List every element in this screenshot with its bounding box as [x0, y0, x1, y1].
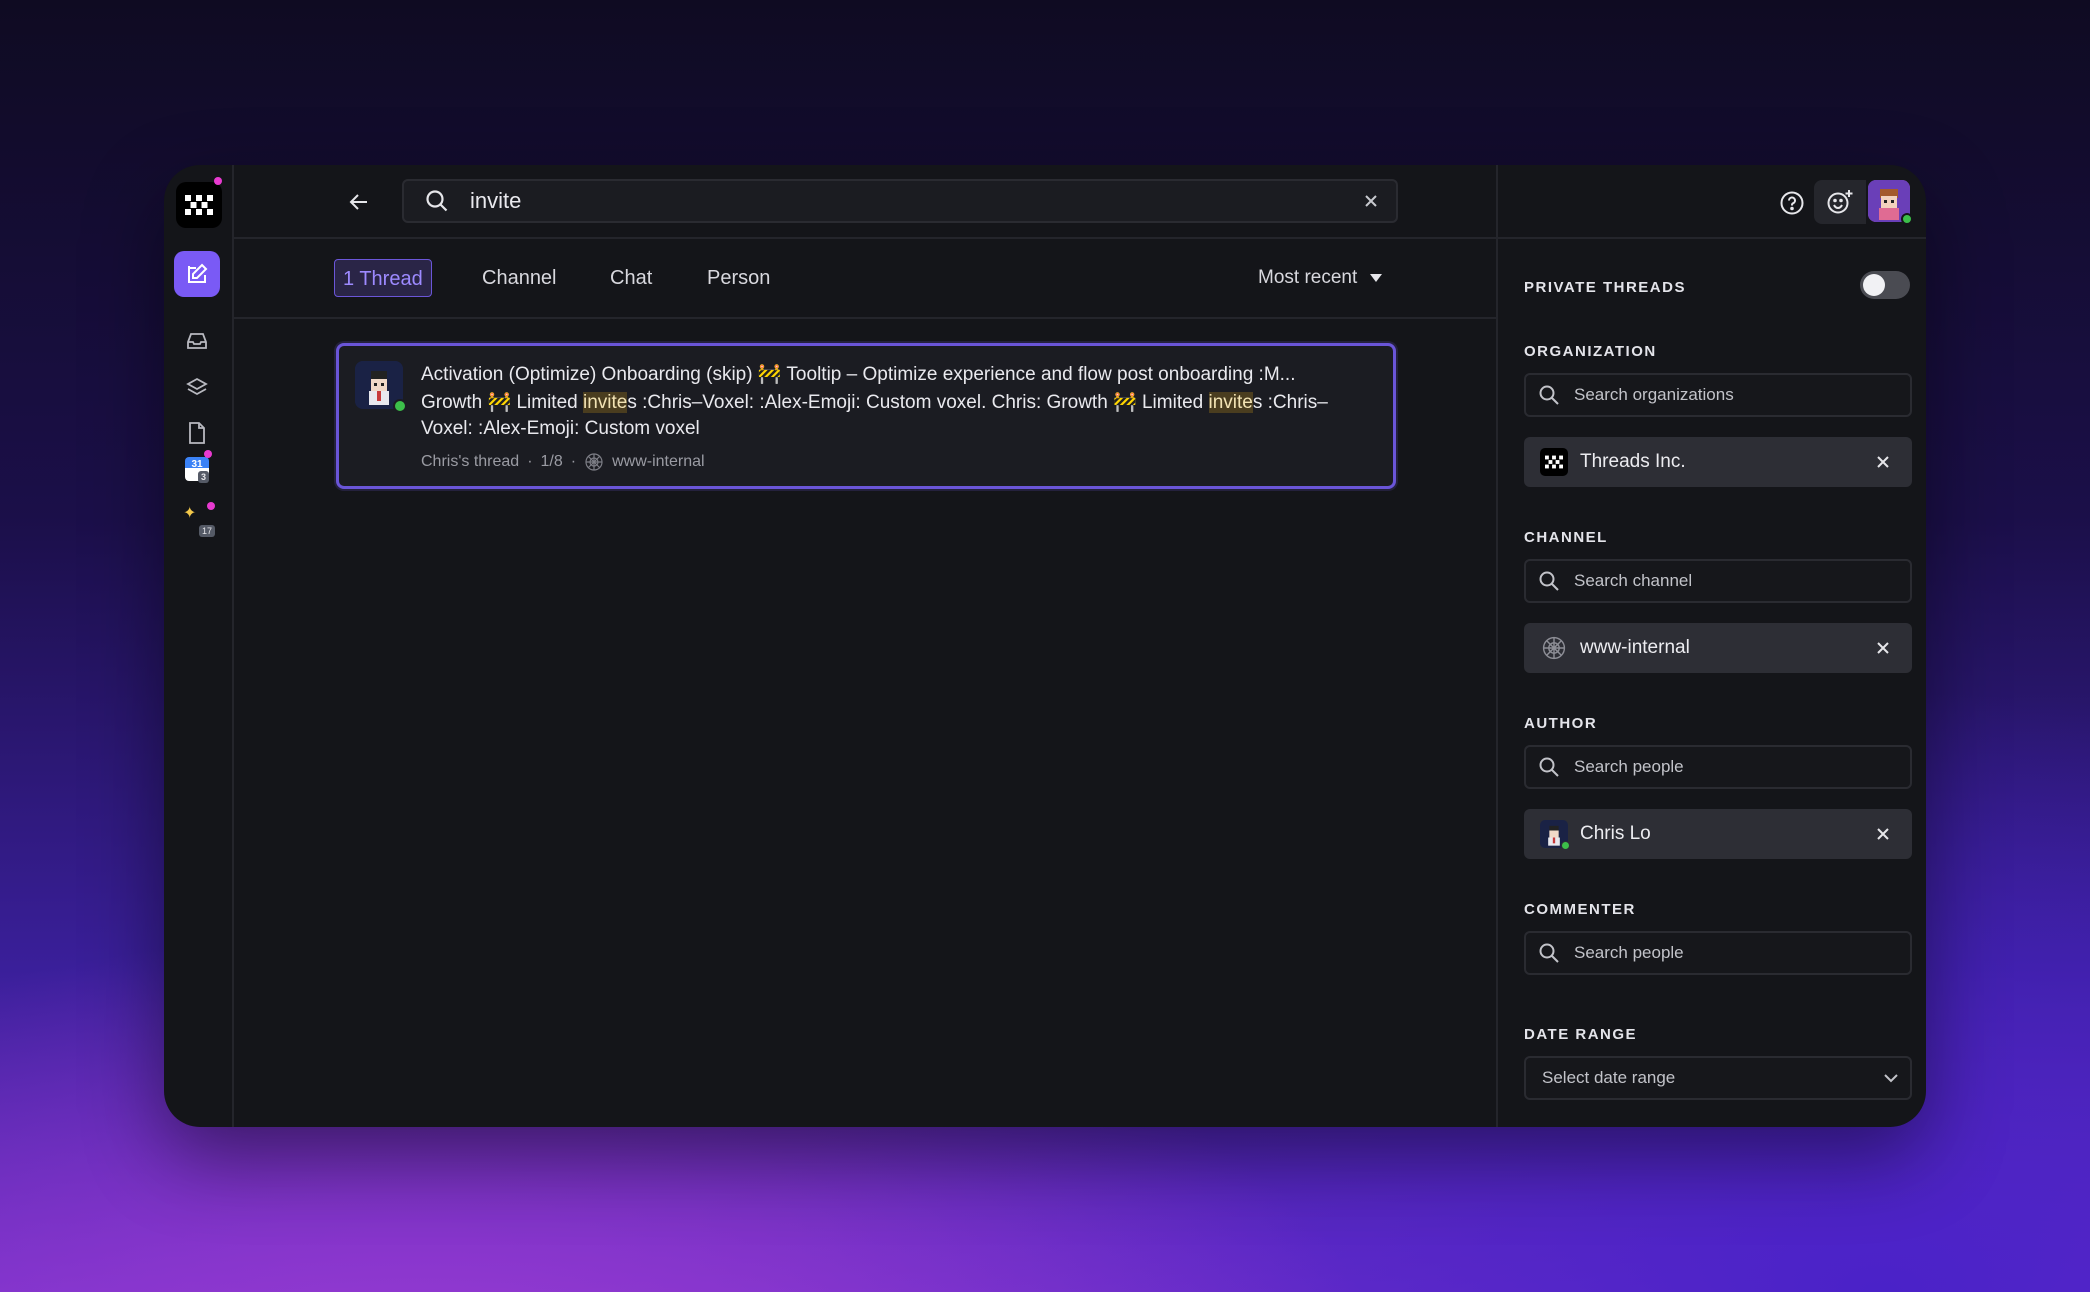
clear-search-button[interactable] [1358, 188, 1384, 214]
threads-logo[interactable] [176, 182, 222, 228]
commenter-search-input[interactable]: Search people [1524, 931, 1912, 975]
online-indicator [393, 399, 407, 413]
search-icon [1539, 385, 1559, 405]
notification-dot [207, 502, 215, 510]
author-search-input[interactable]: Search people [1524, 745, 1912, 789]
layers-button[interactable] [181, 372, 213, 404]
notification-dot [214, 177, 222, 185]
document-icon [189, 422, 205, 444]
panel-topbar [1498, 165, 1926, 239]
search-main: invite 1 Thread Channel Chat Person Most… [234, 165, 1498, 1127]
sort-label: Most recent [1258, 267, 1358, 288]
result-tabs: 1 Thread Channel Chat Person Most recent [234, 239, 1496, 319]
left-rail: 31 3 ✦ 17 [164, 165, 234, 1127]
close-icon [1365, 195, 1377, 207]
chevron-down-icon [1884, 1074, 1898, 1083]
arrow-left-icon [349, 194, 367, 210]
compose-button[interactable] [174, 251, 220, 297]
close-icon [1877, 642, 1889, 654]
compose-icon [188, 263, 208, 283]
author-chip: Chris Lo [1524, 809, 1912, 859]
tab-thread[interactable]: 1 Thread [334, 259, 432, 297]
search-bar[interactable]: invite [402, 179, 1398, 223]
channel-chip: www-internal [1524, 623, 1912, 673]
channel-search-input[interactable]: Search channel [1524, 559, 1912, 603]
web-icon [585, 453, 603, 471]
logo-icon [185, 195, 213, 215]
organization-chip-label: Threads Inc. [1580, 451, 1686, 472]
calendar-icon: 31 3 [185, 457, 209, 483]
remove-channel-button[interactable] [1868, 633, 1898, 663]
tab-channel[interactable]: Channel [474, 259, 565, 297]
search-highlight: invite [582, 392, 628, 413]
commenter-label: COMMENTER [1524, 901, 1636, 918]
calendar-badge: 3 [197, 471, 209, 483]
online-indicator [1901, 213, 1913, 225]
help-icon [1780, 191, 1804, 215]
sort-dropdown[interactable]: Most recent [1258, 267, 1383, 289]
private-threads-label: PRIVATE THREADS [1524, 279, 1686, 296]
tab-person[interactable]: Person [699, 259, 778, 297]
close-icon [1877, 828, 1889, 840]
channel-label: CHANNEL [1524, 529, 1608, 546]
date-range-select[interactable]: Select date range [1524, 1056, 1912, 1100]
avatar [1540, 820, 1570, 850]
caret-down-icon [1370, 274, 1383, 282]
search-icon [1539, 943, 1559, 963]
sparkle-icon: ✦ [183, 505, 197, 522]
help-button[interactable] [1776, 187, 1808, 219]
tab-chat[interactable]: Chat [602, 259, 660, 297]
layers-icon [186, 377, 208, 396]
back-button[interactable] [344, 187, 374, 217]
inbox-button[interactable] [181, 325, 213, 357]
search-icon [1539, 571, 1559, 591]
search-topbar: invite [234, 165, 1496, 239]
docs-button[interactable] [181, 417, 213, 449]
date-range-label: DATE RANGE [1524, 1026, 1638, 1043]
result-title: Activation (Optimize) Onboarding (skip) … [421, 364, 1296, 385]
thread-result-card[interactable]: Activation (Optimize) Onboarding (skip) … [336, 343, 1396, 489]
result-meta: Chris's thread · 1/8 · www-internal [421, 453, 705, 471]
remove-organization-button[interactable] [1868, 447, 1898, 477]
close-icon [1877, 456, 1889, 468]
search-icon [1539, 757, 1559, 777]
inbox-icon [187, 333, 207, 349]
private-threads-toggle[interactable] [1860, 271, 1910, 299]
app-window: 31 3 ✦ 17 invite 1 Thread Channel Chat P… [164, 165, 1926, 1127]
filter-panel: PRIVATE THREADS ORGANIZATION Search orga… [1498, 165, 1926, 1127]
sparkle-badge: 17 [198, 525, 215, 537]
organization-search-input[interactable]: Search organizations [1524, 373, 1912, 417]
user-avatar[interactable] [1868, 180, 1913, 225]
channel-chip-label: www-internal [1580, 637, 1690, 658]
online-indicator [1561, 841, 1570, 850]
author-label: AUTHOR [1524, 715, 1598, 732]
result-snippet: Growth 🚧 Limited invites :Chris–Voxel: :… [421, 392, 1328, 413]
emoji-add-icon [1827, 190, 1853, 214]
thread-count: 1/8 [540, 453, 563, 470]
author-chip-label: Chris Lo [1580, 823, 1651, 844]
web-icon [1540, 634, 1568, 662]
search-icon [426, 190, 448, 212]
add-reaction-button[interactable] [1814, 180, 1866, 224]
organization-chip: Threads Inc. [1524, 437, 1912, 487]
avatar [355, 361, 407, 413]
thread-channel: www-internal [612, 453, 705, 470]
notification-dot [204, 450, 212, 458]
organization-label: ORGANIZATION [1524, 343, 1657, 360]
result-snippet-cont: Voxel: :Alex-Emoji: Custom voxel [421, 418, 700, 439]
search-highlight: invite [1208, 392, 1253, 413]
remove-author-button[interactable] [1868, 819, 1898, 849]
threads-logo-icon [1540, 448, 1568, 476]
search-input[interactable]: invite [470, 188, 1358, 214]
thread-author: Chris's thread [421, 453, 520, 470]
